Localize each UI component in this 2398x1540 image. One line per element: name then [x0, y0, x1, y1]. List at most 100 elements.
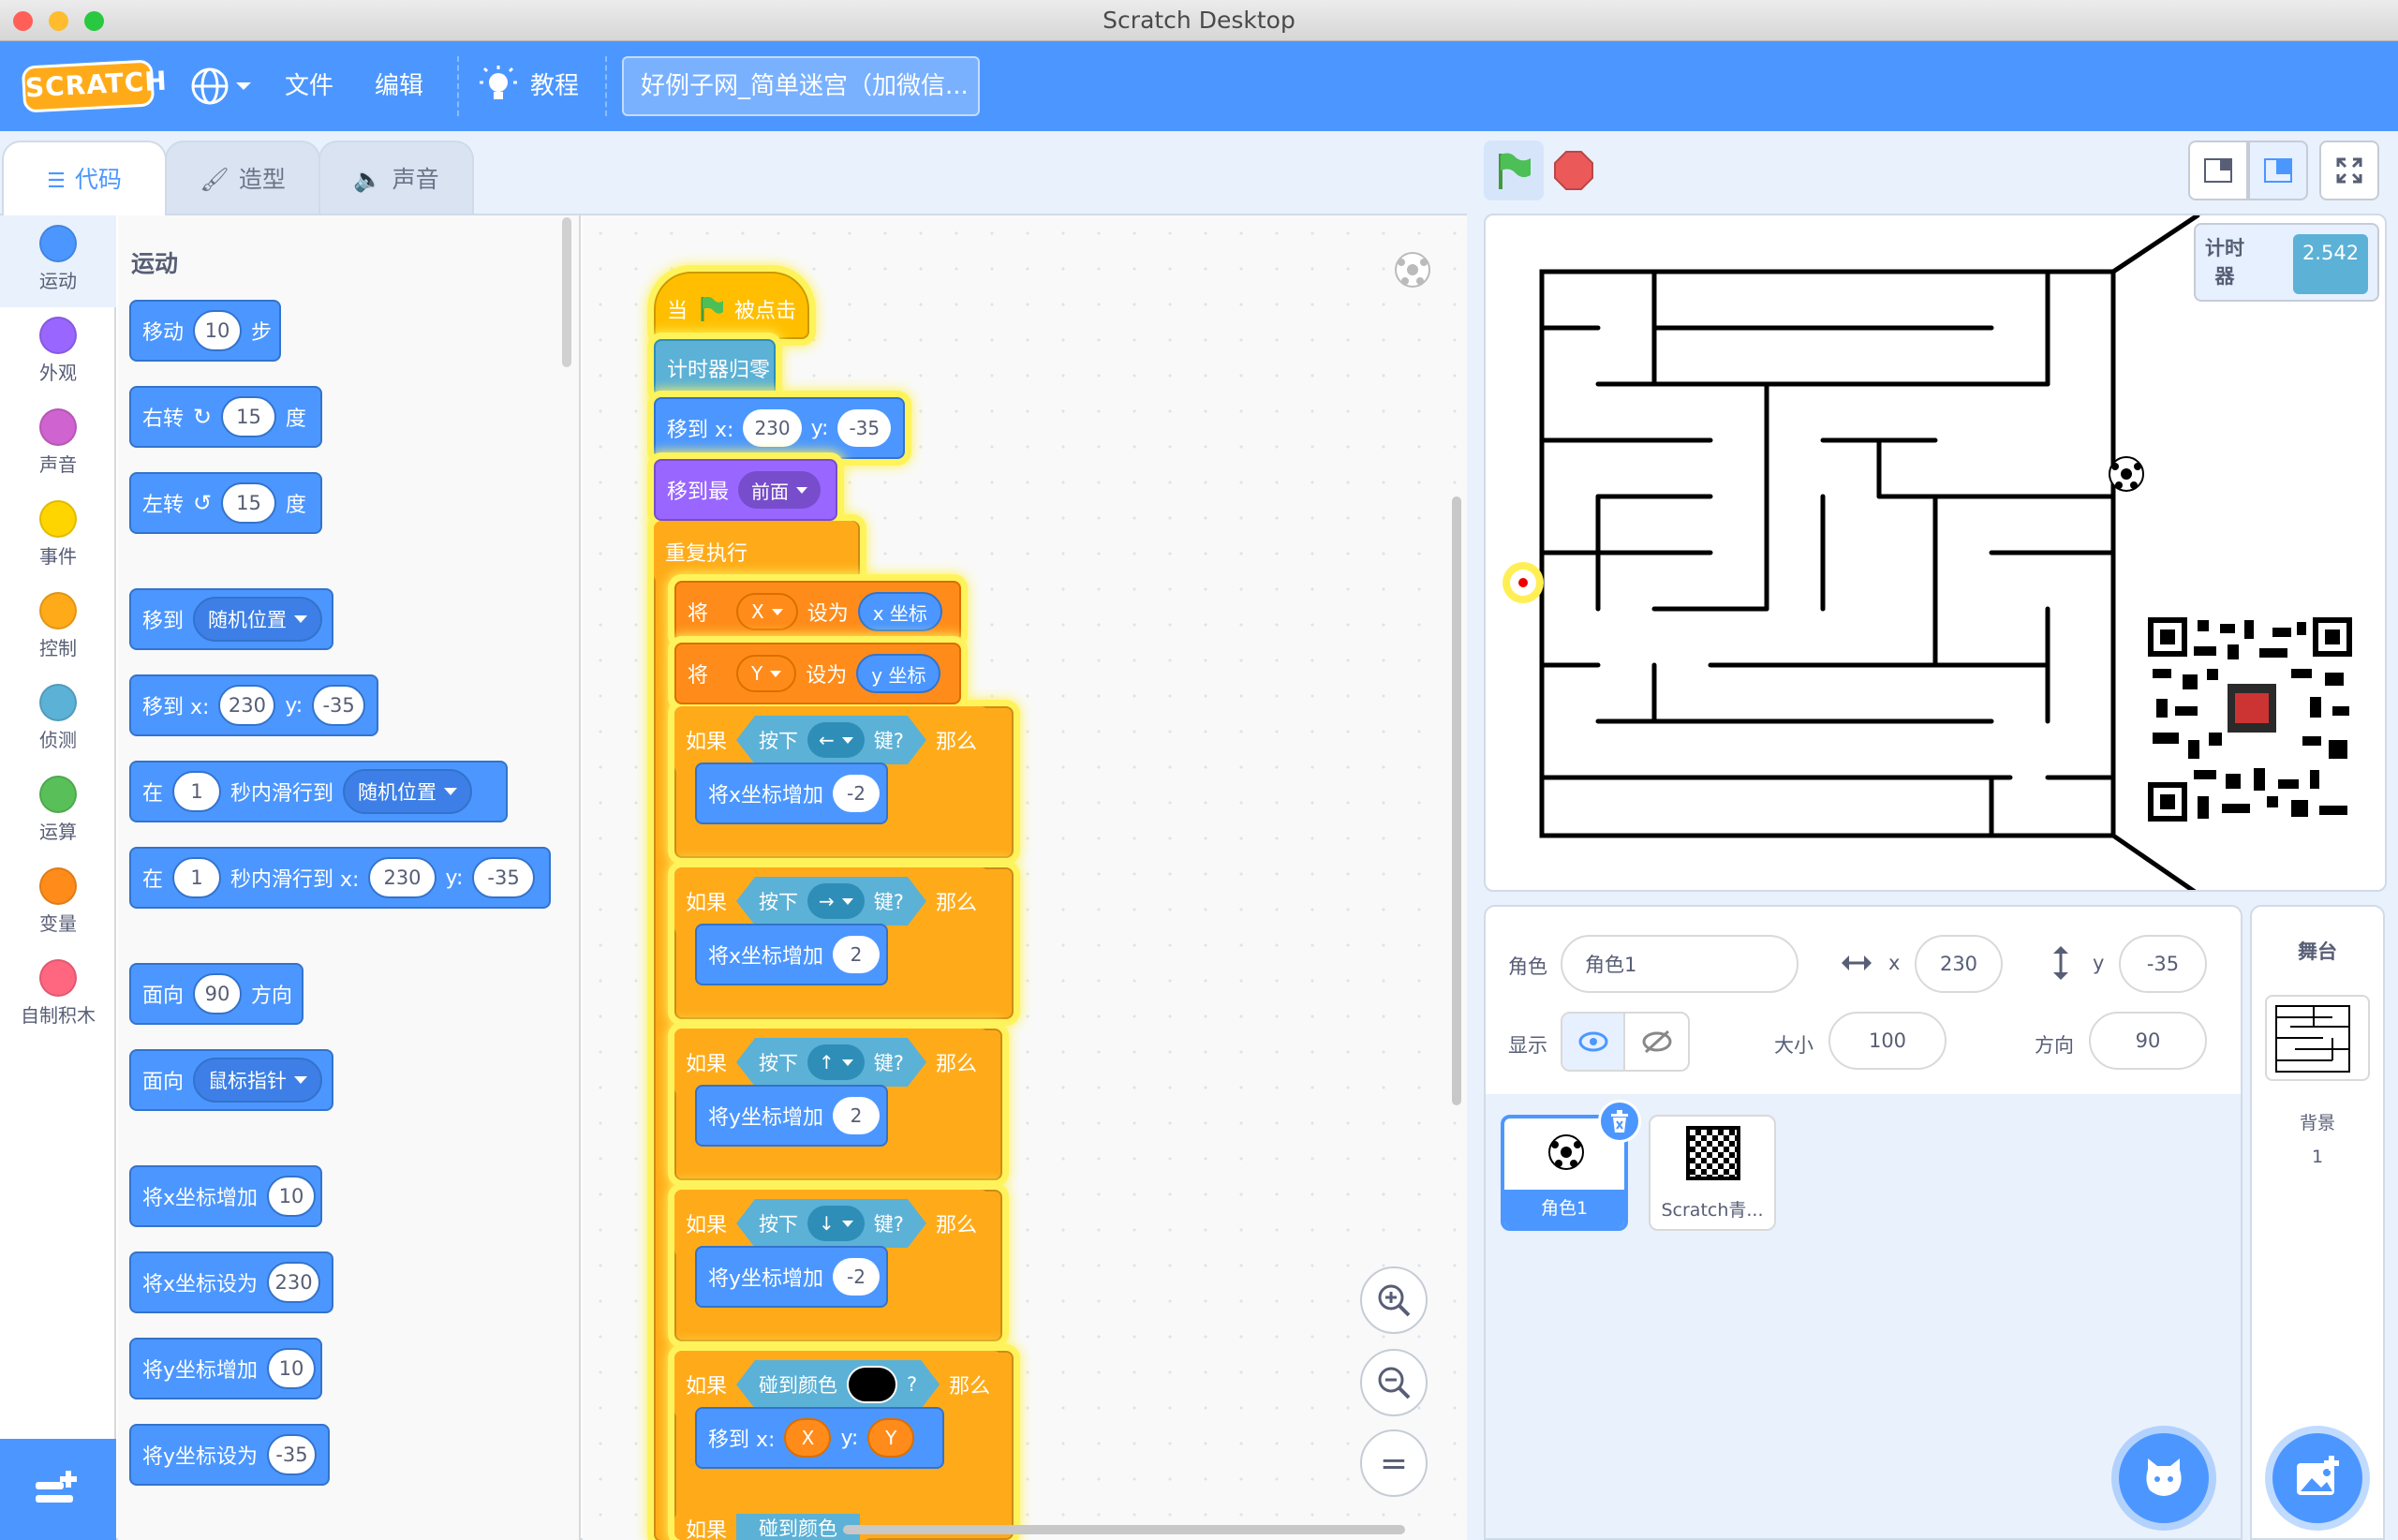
touching-color-condition[interactable]: 碰到颜色?: [736, 1360, 940, 1409]
stage-canvas[interactable]: [1484, 214, 2387, 892]
choose-backdrop-button[interactable]: [2272, 1433, 2362, 1523]
category-control[interactable]: 控制: [0, 583, 116, 674]
category-looks[interactable]: 外观: [0, 307, 116, 399]
block-dropdown[interactable]: 前面: [738, 471, 822, 509]
backdrop-thumbnail[interactable]: [2265, 995, 2370, 1081]
when-flag-clicked-block[interactable]: 当 被点击: [654, 272, 809, 339]
block-input[interactable]: -2: [833, 1258, 881, 1296]
goto-xy-block[interactable]: 移到 x: 230 y: -35: [654, 397, 905, 459]
block-goto-xy[interactable]: 移到 x: 230 y: -35: [129, 674, 378, 736]
key-dropdown[interactable]: →: [807, 883, 865, 919]
category-motion[interactable]: 运动: [0, 215, 116, 307]
block-glide[interactable]: 在 1 秒内滑行到 随机位置: [129, 761, 508, 822]
category-sensing[interactable]: 侦测: [0, 674, 116, 766]
block-turn-right[interactable]: 右转 ↻ 15 度: [129, 386, 322, 448]
variable-reporter[interactable]: Y: [867, 1418, 915, 1458]
edit-menu[interactable]: 编辑: [375, 41, 423, 131]
small-stage-button[interactable]: [2188, 141, 2248, 200]
block-input[interactable]: 1: [172, 771, 222, 812]
change-x-block[interactable]: 将x坐标增加 2: [695, 924, 888, 985]
large-stage-button[interactable]: [2248, 141, 2308, 200]
y-input[interactable]: -35: [2119, 935, 2207, 993]
green-flag-button[interactable]: [1484, 141, 1544, 200]
key-pressed-condition[interactable]: 按下 → 键?: [736, 877, 926, 925]
x-position-reporter[interactable]: x 坐标: [857, 592, 942, 631]
qr-code-sprite[interactable]: [2147, 616, 2353, 822]
key-dropdown[interactable]: ↑: [807, 1044, 865, 1080]
sprite-name-input[interactable]: 角色1: [1561, 935, 1798, 993]
block-input[interactable]: 230: [743, 409, 802, 447]
block-turn-left[interactable]: 左转 ↺ 15 度: [129, 472, 322, 534]
color-swatch[interactable]: [847, 1366, 897, 1403]
block-input[interactable]: -35: [472, 857, 535, 898]
block-input[interactable]: -35: [267, 1434, 317, 1475]
block-input[interactable]: 2: [833, 1097, 881, 1134]
key-pressed-condition[interactable]: 按下 ↓ 键?: [736, 1199, 926, 1248]
script-vscrollbar[interactable]: [1452, 496, 1461, 1105]
project-title-input[interactable]: 好例子网_简单迷宫（加微信...: [622, 56, 980, 116]
stop-button[interactable]: [1544, 141, 1604, 200]
variable-dropdown[interactable]: Y: [736, 655, 797, 692]
delete-sprite-button[interactable]: [1598, 1100, 1641, 1143]
tab-sounds[interactable]: 🔈 声音: [318, 141, 474, 215]
add-extension-button[interactable]: [0, 1439, 116, 1540]
go-to-front-block[interactable]: 移到最 前面: [654, 459, 837, 521]
block-glide-xy[interactable]: 在 1 秒内滑行到 x: 230 y: -35: [129, 847, 551, 909]
category-variables[interactable]: 变量: [0, 858, 116, 950]
tab-code[interactable]: ☰ 代码: [2, 141, 167, 215]
block-dropdown[interactable]: 随机位置: [343, 769, 473, 814]
category-operators[interactable]: 运算: [0, 766, 116, 858]
reset-timer-block[interactable]: 计时器归零: [654, 339, 776, 397]
language-menu[interactable]: [189, 66, 255, 107]
script-hscrollbar[interactable]: [843, 1525, 1405, 1534]
tab-costumes[interactable]: 🖌 造型: [165, 141, 320, 215]
block-change-x[interactable]: 将x坐标增加 10: [129, 1165, 322, 1227]
block-input[interactable]: 10: [193, 310, 243, 351]
block-input[interactable]: -2: [833, 775, 881, 812]
change-y-block[interactable]: 将y坐标增加 2: [695, 1085, 888, 1147]
block-point-towards[interactable]: 面向 鼠标指针: [129, 1049, 333, 1111]
hide-sprite-button[interactable]: [1625, 1014, 1688, 1070]
variable-dropdown[interactable]: X: [736, 593, 798, 630]
timer-monitor[interactable]: 计时器 2.542: [2194, 223, 2379, 302]
block-point-direction[interactable]: 面向 90 方向: [129, 963, 303, 1025]
block-move-steps[interactable]: 移动 10 步: [129, 300, 281, 362]
category-sound[interactable]: 声音: [0, 399, 116, 491]
block-set-y[interactable]: 将y坐标设为 -35: [129, 1424, 330, 1486]
block-input[interactable]: 230: [368, 857, 437, 898]
block-input[interactable]: 90: [193, 973, 243, 1014]
block-input[interactable]: 230: [267, 1262, 320, 1303]
scratch-logo[interactable]: SCRATCH: [21, 59, 169, 113]
variable-reporter[interactable]: X: [784, 1418, 832, 1458]
category-my-blocks[interactable]: 自制积木: [0, 950, 116, 1042]
show-sprite-button[interactable]: [1562, 1014, 1626, 1070]
ball-sprite[interactable]: [2109, 456, 2144, 492]
category-events[interactable]: 事件: [0, 491, 116, 583]
block-input[interactable]: 230: [218, 685, 276, 726]
block-dropdown[interactable]: 随机位置: [193, 597, 323, 642]
key-pressed-condition[interactable]: 按下 ← 键?: [736, 716, 926, 764]
zoom-out-button[interactable]: [1360, 1349, 1428, 1416]
block-input[interactable]: -35: [837, 409, 892, 447]
key-dropdown[interactable]: ↓: [807, 1206, 865, 1241]
tutorials-menu[interactable]: 教程: [530, 41, 579, 131]
goto-xy-block[interactable]: 移到 x: Xy: Y: [695, 1407, 944, 1469]
change-x-block[interactable]: 将x坐标增加 -2: [695, 763, 888, 824]
y-position-reporter[interactable]: y 坐标: [856, 654, 941, 693]
sprite-thumbnail-2[interactable]: Scratch青...: [1649, 1115, 1776, 1231]
key-dropdown[interactable]: ←: [807, 722, 865, 758]
file-menu[interactable]: 文件: [285, 41, 333, 131]
block-input[interactable]: 10: [267, 1348, 317, 1389]
block-dropdown[interactable]: 鼠标指针: [193, 1058, 323, 1103]
block-set-x[interactable]: 将x坐标设为 230: [129, 1251, 333, 1313]
block-input[interactable]: 1: [172, 857, 222, 898]
zoom-in-button[interactable]: [1360, 1266, 1428, 1334]
block-input[interactable]: 2: [833, 936, 881, 973]
touching-color-condition[interactable]: 碰到颜色: [736, 1514, 861, 1540]
block-input[interactable]: 15: [221, 396, 276, 437]
block-input[interactable]: 10: [267, 1176, 317, 1217]
block-goto[interactable]: 移到 随机位置: [129, 588, 333, 650]
block-change-y[interactable]: 将y坐标增加 10: [129, 1338, 322, 1399]
block-input[interactable]: 15: [221, 482, 276, 524]
palette-scrollbar[interactable]: [562, 217, 571, 367]
